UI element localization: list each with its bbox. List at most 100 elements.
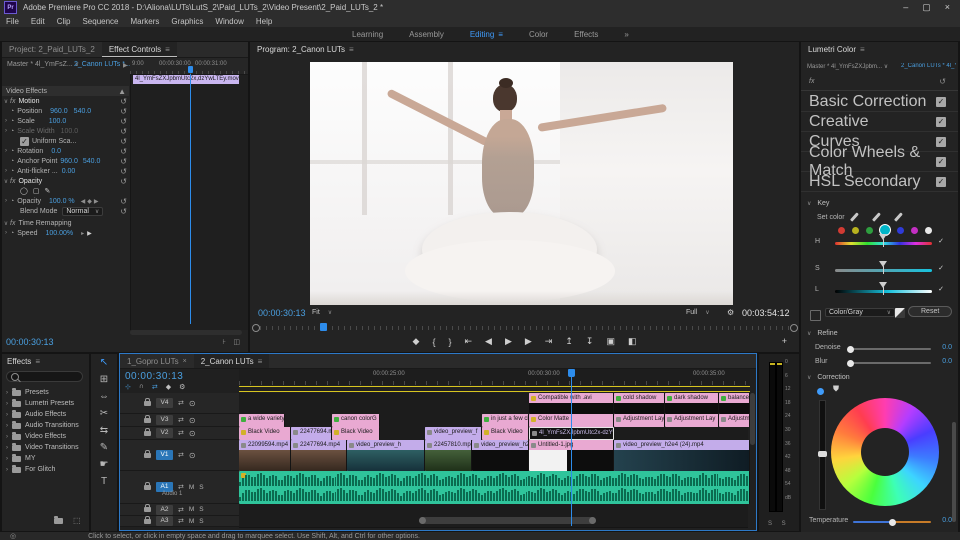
workspace-tab-color[interactable]: Color xyxy=(529,30,548,39)
ec-clip-bar[interactable]: 4l_YmFsZXJpbmUtc2x,dzYwLTEy.mov xyxy=(133,75,239,84)
effects-folder-my[interactable]: ›MY xyxy=(2,453,89,464)
maximize-button[interactable]: ▢ xyxy=(922,2,931,13)
selection-tool[interactable]: ↖ xyxy=(91,354,117,371)
speed-value[interactable]: 100.00% xyxy=(45,230,73,237)
effects-folder-presets[interactable]: ›Presets xyxy=(2,387,89,398)
program-playhead[interactable] xyxy=(320,323,327,331)
timeline-clip[interactable]: Black Video xyxy=(482,427,529,440)
program-scrubber[interactable] xyxy=(260,326,790,330)
stopwatch-icon[interactable]: ◔ xyxy=(10,118,14,125)
position-x-value[interactable]: 960.0 xyxy=(50,108,68,115)
ec-opacity-group-row[interactable]: ∨ fx Opacity ↺ xyxy=(2,176,130,186)
l-check-icon[interactable]: ✓ xyxy=(938,285,944,293)
timeline-clip[interactable]: 22477694.mp4 xyxy=(291,427,332,440)
h-slider[interactable] xyxy=(835,242,932,245)
panel-menu-icon[interactable]: ≡ xyxy=(860,45,865,54)
h-check-icon[interactable]: ✓ xyxy=(938,237,944,245)
track-header-v2[interactable]: V2⇄⊙ xyxy=(120,427,239,440)
tab-sequence-gopro[interactable]: 1_Gopro LUTs × xyxy=(120,354,194,368)
section-enabled-checkbox[interactable]: ✓ xyxy=(936,157,946,167)
menu-item-window[interactable]: Window xyxy=(215,17,243,26)
linked-selection-icon[interactable]: ⇄ xyxy=(152,383,158,391)
timeline-clip[interactable]: cold shadow xyxy=(614,393,665,414)
temperature-value[interactable]: 0.0 xyxy=(942,517,952,524)
minimize-button[interactable]: – xyxy=(903,2,908,13)
meter-solo-buttons[interactable]: S S xyxy=(768,521,790,527)
chevron-right-icon[interactable]: › xyxy=(6,467,8,473)
chevron-right-icon[interactable]: › xyxy=(6,401,8,407)
lumetri-section-basic-correction[interactable]: Basic Correction✓ xyxy=(801,92,958,112)
timeline-clip[interactable]: video_preview_h xyxy=(347,440,425,471)
menu-item-markers[interactable]: Markers xyxy=(131,17,160,26)
close-icon[interactable]: × xyxy=(183,358,187,365)
slip-tool[interactable]: ⇆ xyxy=(91,422,117,439)
effects-folder-video-effects[interactable]: ›Video Effects xyxy=(2,431,89,442)
add-button[interactable]: + xyxy=(782,336,787,346)
colorgray-dropdown[interactable]: Color/Gray ∨ xyxy=(825,308,895,317)
track-lock-icon[interactable] xyxy=(144,519,151,524)
ec-speed-row[interactable]: › ◔ Speed 100.00% ▸ ▶ xyxy=(2,228,130,238)
lift-button[interactable]: ↥ xyxy=(565,336,573,347)
menu-item-clip[interactable]: Clip xyxy=(57,17,71,26)
ec-uniform-scale-row[interactable]: ✓ Uniform Sca... ↺ xyxy=(2,136,130,146)
effects-folder-audio-effects[interactable]: ›Audio Effects xyxy=(2,409,89,420)
track-lock-icon[interactable] xyxy=(144,418,151,423)
ec-time-remapping-row[interactable]: ∨ fx Time Remapping xyxy=(2,218,130,228)
ec-playhead-line[interactable] xyxy=(190,74,191,324)
stopwatch-icon[interactable]: ◔ xyxy=(10,168,14,175)
tab-project[interactable]: Project: 2_Paid_LUTs_2 xyxy=(2,42,102,57)
workspace-tab-editing[interactable]: Editing≡ xyxy=(470,30,503,39)
track-target-badge[interactable]: V2 xyxy=(156,428,173,438)
program-timecode[interactable]: 00:00:30:13 xyxy=(258,308,306,318)
pen-tool[interactable]: ✎ xyxy=(91,439,117,456)
ec-zoom-icon[interactable]: ◫ xyxy=(233,338,240,346)
timeline-audio-clip[interactable] xyxy=(239,471,750,504)
key-swatch-5[interactable] xyxy=(911,227,918,234)
timeline-clip[interactable]: Black Video xyxy=(239,427,291,440)
solo-button[interactable]: S xyxy=(199,506,203,513)
lumetri-section-creative[interactable]: Creative✓ xyxy=(801,112,958,132)
add-marker-icon[interactable]: ◆ xyxy=(166,383,171,391)
scale-value[interactable]: 100.0 xyxy=(49,118,67,125)
menu-item-file[interactable]: File xyxy=(6,17,19,26)
panel-menu-icon[interactable]: ≡ xyxy=(35,357,40,366)
ec-opacity-value-row[interactable]: › ◔ Opacity 100.0 % ◀ ◆ ▶ ↺ xyxy=(2,196,130,206)
timeline-ruler[interactable] xyxy=(239,369,750,385)
ripple-edit-tool[interactable]: ⇔ xyxy=(91,388,117,405)
lumetri-master-clip[interactable]: Master * 4l_YmFsZXJpbm... ∨ xyxy=(807,63,888,70)
timeline-clip[interactable]: a wide variety o xyxy=(239,414,285,427)
ec-rotation-row[interactable]: ›◔ Rotation 0.0 ↺ xyxy=(2,146,130,156)
scrubber-left-knob[interactable] xyxy=(252,324,260,332)
effects-folder-audio-transitions[interactable]: ›Audio Transitions xyxy=(2,420,89,431)
stopwatch-icon-active[interactable]: ◔ xyxy=(10,198,14,205)
reset-icon[interactable]: ↺ xyxy=(120,177,127,186)
chevron-right-icon[interactable]: › xyxy=(6,390,8,396)
settings-wrench-icon[interactable]: ⚙ xyxy=(727,308,734,317)
key-swatch-6[interactable] xyxy=(925,227,932,234)
track-lock-icon[interactable] xyxy=(144,485,151,490)
timeline-clip[interactable]: 22099594.mp4 xyxy=(239,440,291,471)
track-target-badge[interactable]: V4 xyxy=(156,398,173,408)
timeline-clip[interactable]: 22477694.mp4 xyxy=(291,440,347,471)
track-header-v4[interactable]: V4⇄⊙ xyxy=(120,393,239,414)
mute-button[interactable]: M xyxy=(189,506,194,513)
ec-keyframe-toggle-icon[interactable]: ⊦ xyxy=(222,338,226,346)
ec-playhead-handle[interactable] xyxy=(188,66,193,73)
lumetri-section-hsl-secondary[interactable]: HSL Secondary✓ xyxy=(801,172,958,192)
add-keyframe-icon[interactable]: ◆ xyxy=(87,198,92,205)
temperature-slider[interactable] xyxy=(853,521,931,523)
s-check-icon[interactable]: ✓ xyxy=(938,264,944,272)
track-lock-icon[interactable] xyxy=(144,401,151,406)
sync-lock-icon[interactable]: ⇄ xyxy=(178,517,184,525)
workspace-overflow-icon[interactable]: » xyxy=(624,30,628,39)
mute-button[interactable]: M xyxy=(189,484,194,491)
ec-antiflicker-row[interactable]: ›◔ Anti-flicker ... 0.00 ↺ xyxy=(2,166,130,176)
reset-icon[interactable]: ↺ xyxy=(120,127,127,136)
track-header-a2[interactable]: A2⇄MS xyxy=(120,504,239,516)
mark-out-button[interactable]: } xyxy=(448,337,451,347)
expand-icon[interactable]: ▸ xyxy=(81,230,84,237)
reset-icon[interactable]: ↺ xyxy=(120,137,127,146)
sequence-crosshair-icon[interactable]: ⊹ xyxy=(125,383,131,391)
panel-menu-icon[interactable]: ≡ xyxy=(258,357,263,366)
timeline-clip[interactable]: in just a few click xyxy=(482,414,529,427)
